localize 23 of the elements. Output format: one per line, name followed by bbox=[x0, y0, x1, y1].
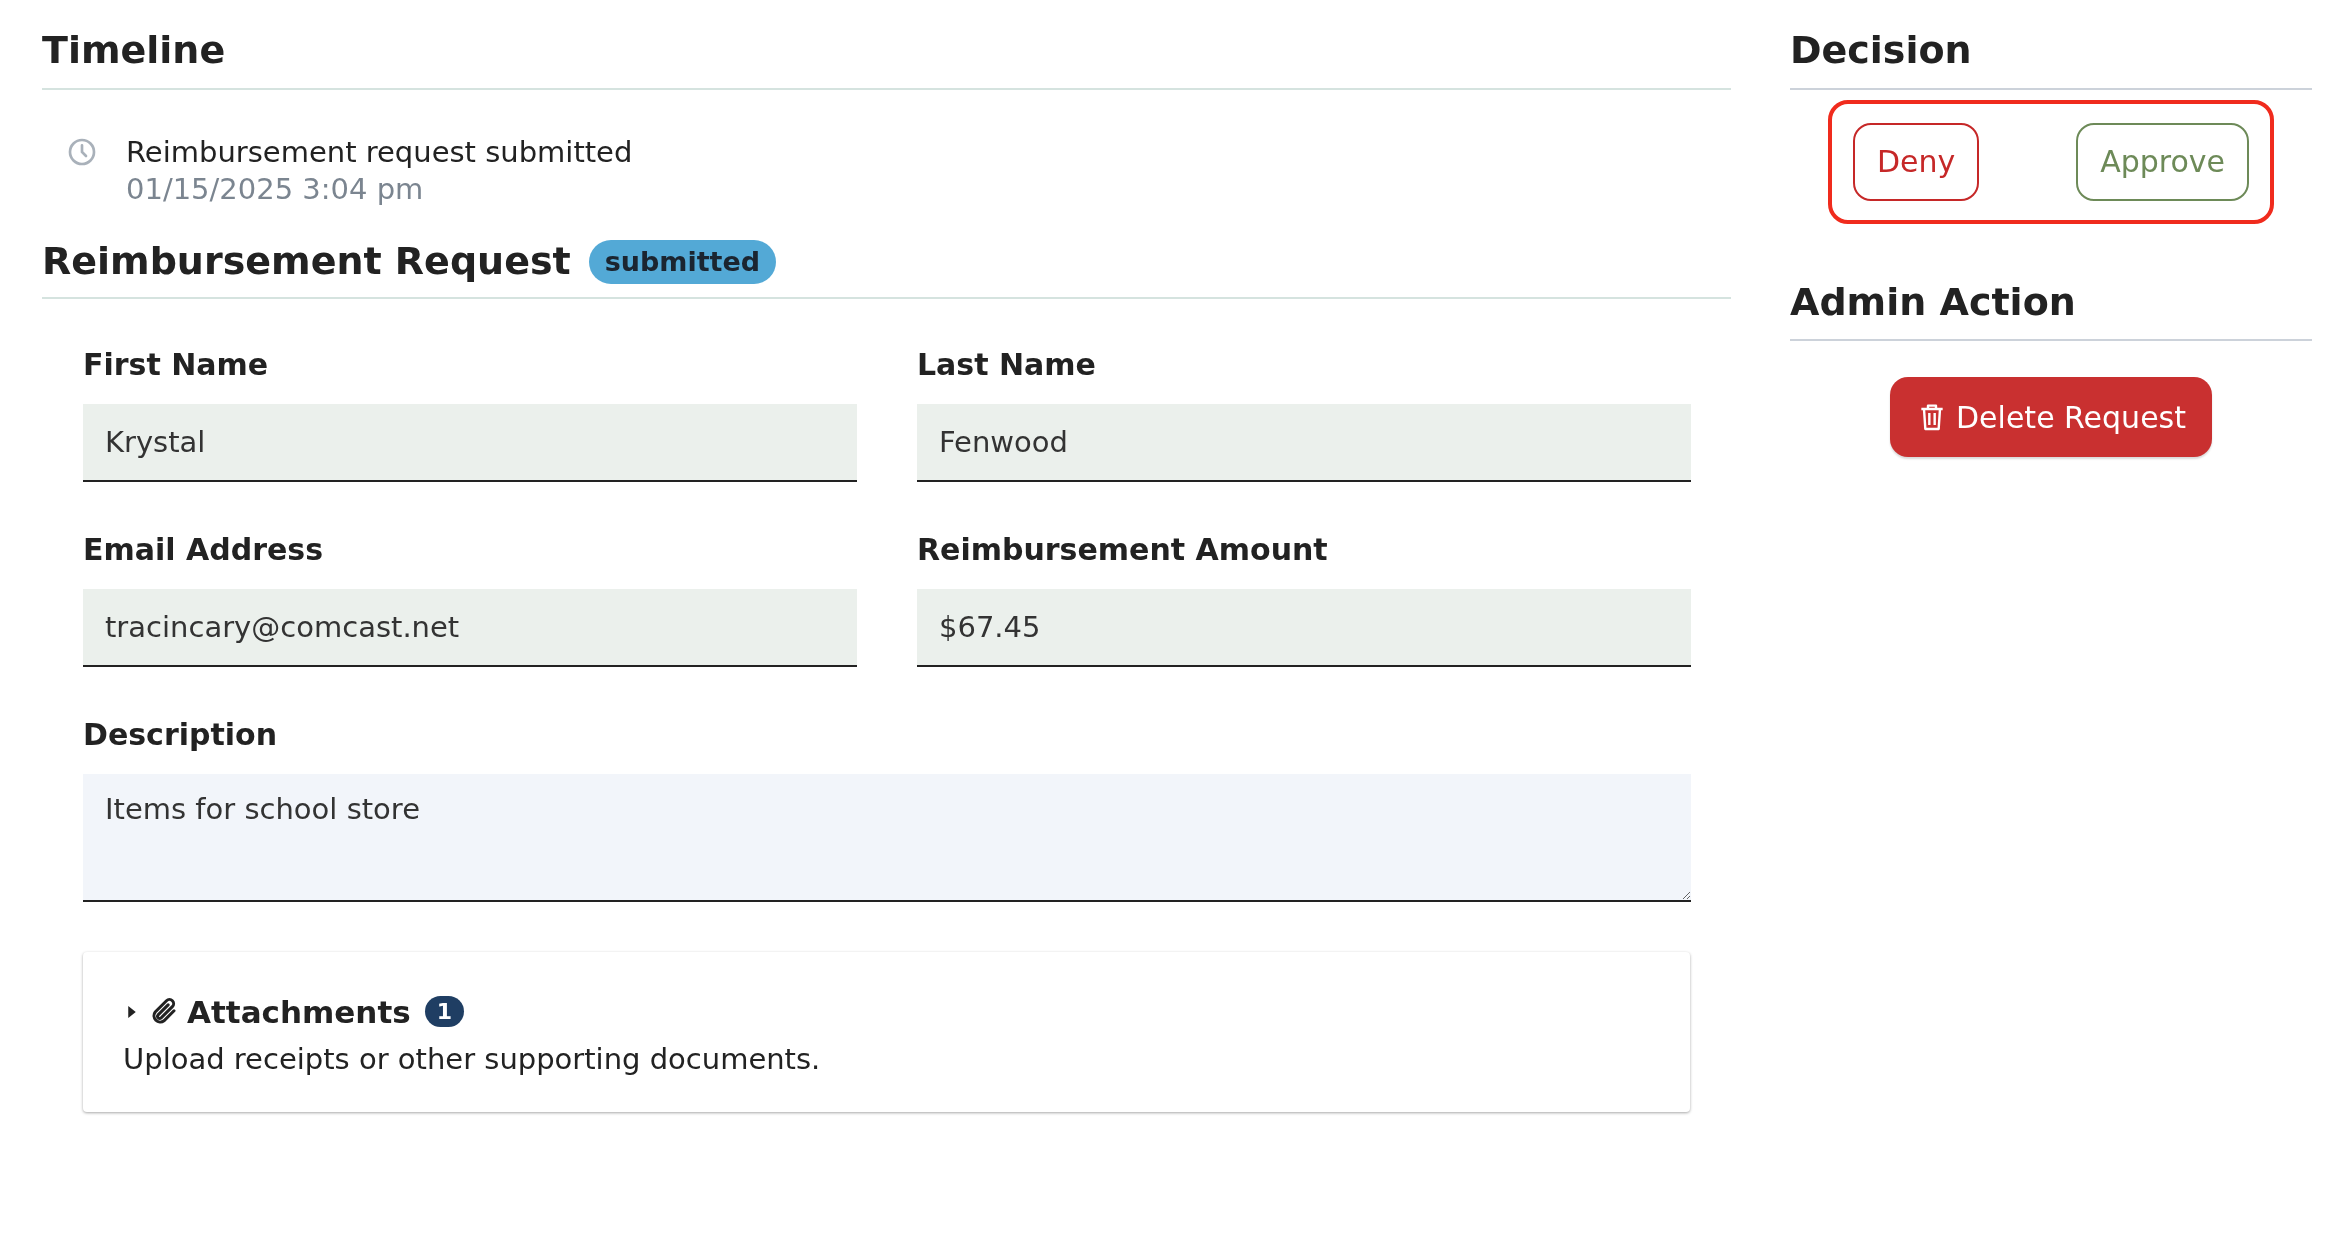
input-field[interactable]: Krystal bbox=[83, 403, 857, 482]
count-badge: 1 bbox=[424, 996, 464, 1028]
input-field[interactable]: tracincary@comcast.net bbox=[83, 588, 857, 667]
textarea-field[interactable]: Items for school store bbox=[83, 773, 1691, 902]
status-badge: submitted bbox=[588, 239, 777, 284]
field-label: First Name bbox=[83, 346, 270, 382]
delete-button[interactable]: Delete Request bbox=[1890, 377, 2212, 458]
deny-button[interactable]: Deny bbox=[1853, 122, 1980, 201]
event-time: 01/15/2025 3:04 pm bbox=[126, 171, 425, 209]
input-field[interactable]: $67.45 bbox=[917, 588, 1691, 667]
section-title: Decision bbox=[1790, 28, 1972, 74]
field-label: Description bbox=[83, 716, 279, 752]
field-label: Email Address bbox=[83, 531, 325, 567]
field-label: Last Name bbox=[917, 346, 1097, 382]
attachments-title[interactable]: Attachments bbox=[187, 993, 411, 1030]
approve-button[interactable]: Approve bbox=[2076, 122, 2249, 201]
input-field[interactable]: Fenwood bbox=[917, 403, 1691, 482]
section-title: Timeline bbox=[42, 28, 226, 74]
field-label: Reimbursement Amount bbox=[917, 531, 1329, 567]
section-title: Reimbursement Request bbox=[42, 238, 571, 285]
section-title: Admin Action bbox=[1790, 279, 2076, 326]
event-text: Reimbursement request submitted bbox=[126, 133, 633, 171]
hint-text: Upload receipts or other supporting documents. bbox=[123, 1041, 822, 1076]
